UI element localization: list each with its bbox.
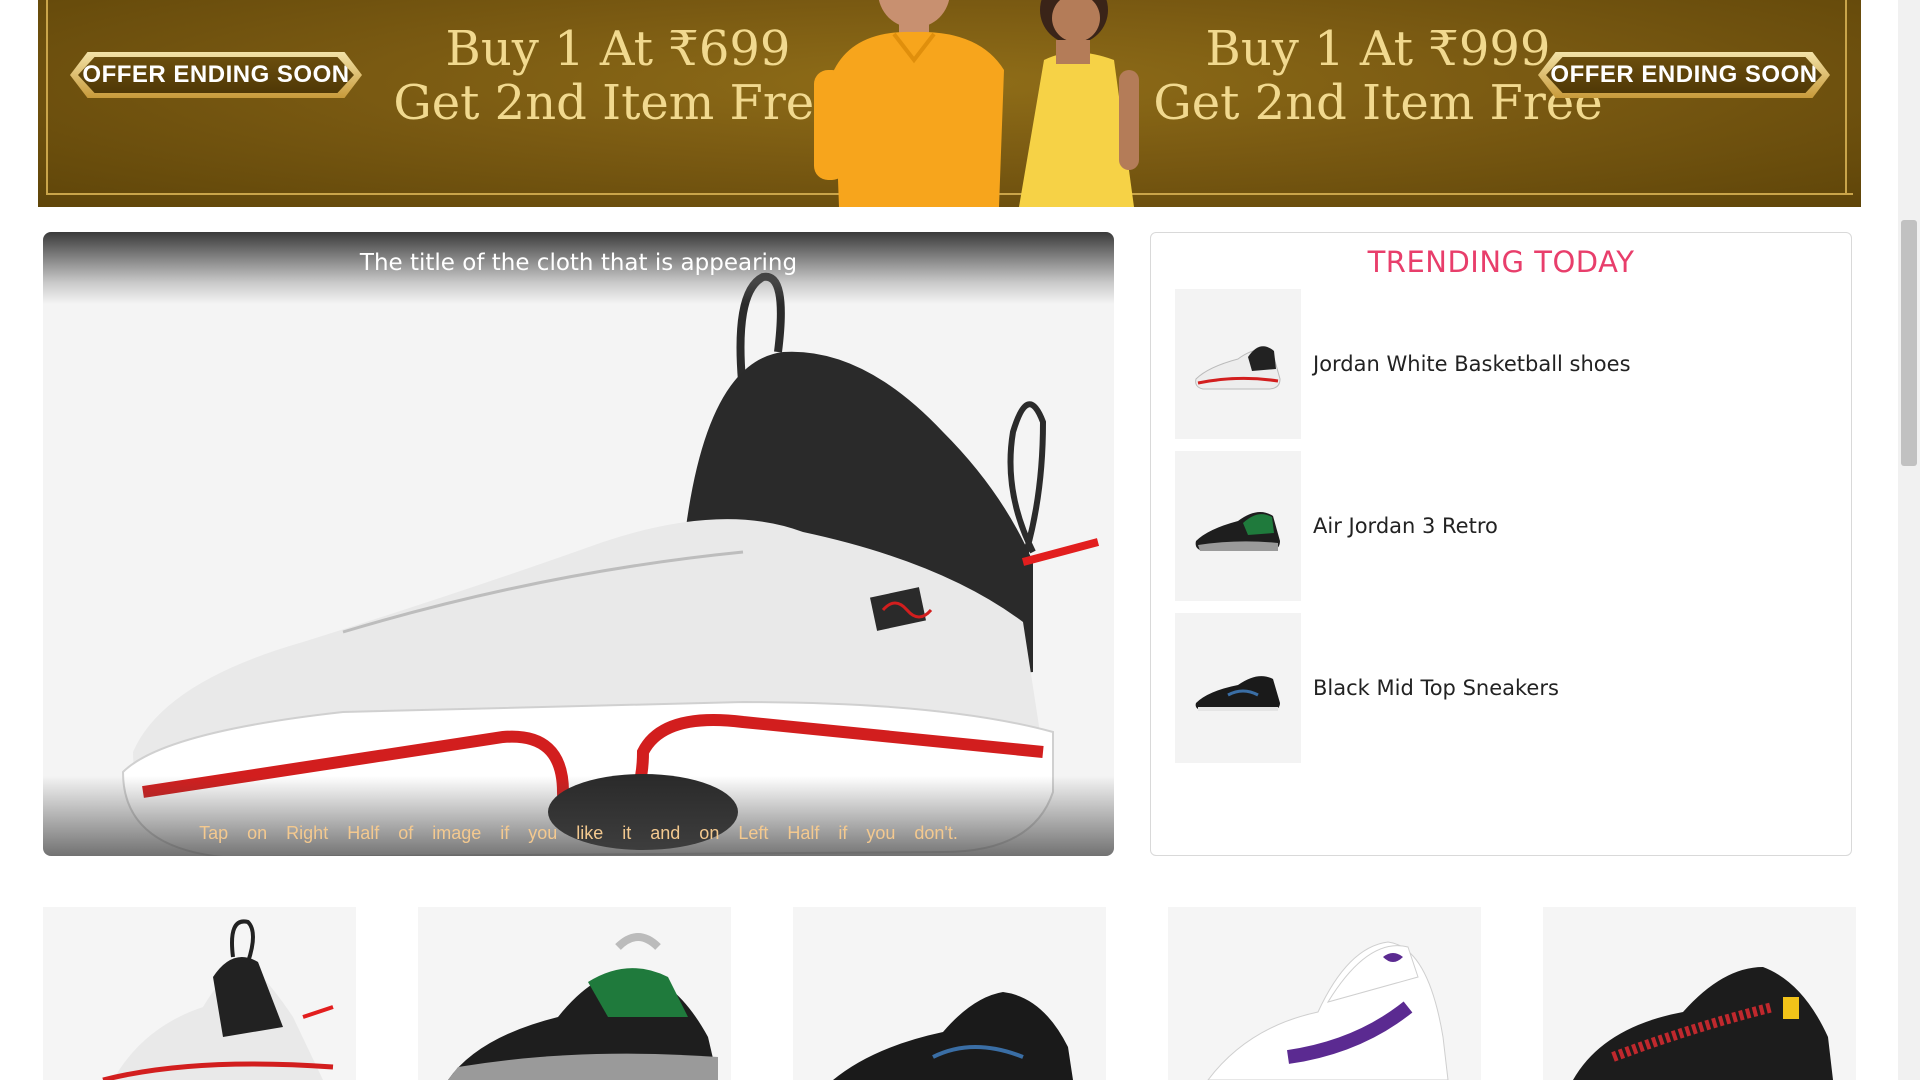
product-card[interactable] [43, 907, 356, 1080]
product-card[interactable] [1543, 907, 1856, 1080]
trending-item[interactable]: Air Jordan 3 Retro [1175, 451, 1498, 601]
trending-panel: TRENDING TODAY Jordan White Basketball s… [1150, 232, 1852, 856]
product-card[interactable] [793, 907, 1106, 1080]
banner-models-image [814, 0, 1139, 207]
trending-item[interactable]: Jordan White Basketball shoes [1175, 289, 1631, 439]
promo-left-line2: Get 2nd Item Free [393, 75, 843, 131]
page-scrollbar-track[interactable] [1898, 0, 1920, 1080]
trending-item-thumbnail [1175, 451, 1301, 601]
banner-frame-left [46, 0, 48, 195]
promo-offer-left: Buy 1 At ₹699 Get 2nd Item Free [388, 22, 848, 130]
shoe-thumbnail-icon [1195, 676, 1280, 711]
trending-item-name: Air Jordan 3 Retro [1313, 514, 1498, 538]
product-image [833, 992, 1073, 1080]
trending-item-thumbnail [1175, 289, 1301, 439]
page-scrollbar-thumb[interactable] [1901, 220, 1917, 466]
promo-banner[interactable]: OFFER ENDING SOON Buy 1 At ₹699 Get 2nd … [38, 0, 1861, 207]
promo-right-line1: Buy 1 At ₹999 [1205, 21, 1551, 77]
promo-left-line1: Buy 1 At ₹699 [445, 21, 791, 77]
shoe-thumbnail-icon [1195, 346, 1281, 390]
trending-item[interactable]: Black Mid Top Sneakers [1175, 613, 1559, 763]
trending-title: TRENDING TODAY [1367, 245, 1635, 279]
product-image [102, 919, 334, 1080]
product-card[interactable] [1168, 907, 1481, 1080]
product-image [1573, 967, 1833, 1080]
product-card[interactable] [418, 907, 731, 1080]
like-tap-zone[interactable] [579, 232, 1115, 856]
product-image [1207, 941, 1449, 1080]
shoe-thumbnail-icon [1195, 512, 1280, 551]
trending-item-name: Jordan White Basketball shoes [1313, 352, 1631, 376]
offer-badge-right-label: OFFER ENDING SOON [1546, 57, 1822, 93]
offer-badge-left-label: OFFER ENDING SOON [78, 57, 354, 93]
trending-item-thumbnail [1175, 613, 1301, 763]
swipe-card[interactable]: The title of the cloth that is appearing… [43, 232, 1114, 856]
promo-right-line2: Get 2nd Item Free [1153, 75, 1603, 131]
dislike-tap-zone[interactable] [43, 232, 579, 856]
product-image [448, 933, 718, 1080]
trending-item-name: Black Mid Top Sneakers [1313, 676, 1559, 700]
banner-frame-right [1845, 0, 1847, 195]
offer-badge-left: OFFER ENDING SOON [70, 52, 362, 98]
offer-badge-right: OFFER ENDING SOON [1538, 52, 1830, 98]
